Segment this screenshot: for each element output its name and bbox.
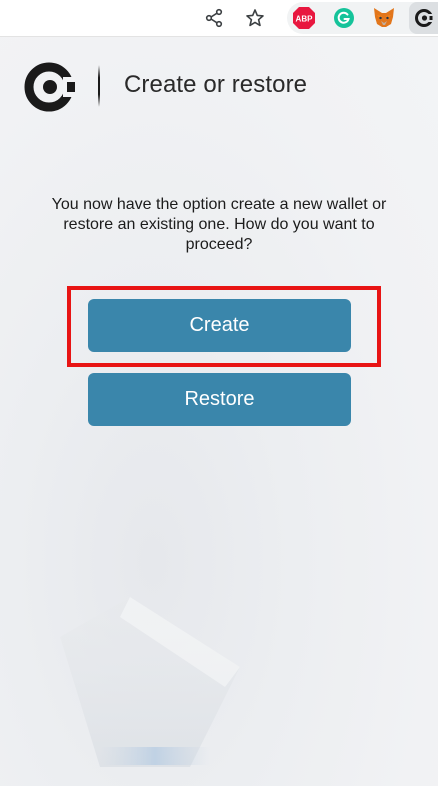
header-divider [98, 65, 100, 107]
extensions-group: ABP [287, 2, 438, 34]
create-button[interactable]: Create [88, 299, 351, 352]
wallet-extension-icon[interactable] [409, 2, 438, 34]
star-icon[interactable] [243, 6, 267, 30]
share-icon[interactable] [202, 6, 226, 30]
restore-button[interactable]: Restore [88, 373, 351, 426]
grammarly-icon[interactable] [332, 6, 356, 30]
browser-toolbar: ABP [0, 0, 438, 37]
adblock-plus-icon[interactable]: ABP [292, 6, 316, 30]
background-cube-graphic [60, 597, 240, 767]
svg-text:ABP: ABP [296, 15, 314, 24]
page-title: Create or restore [124, 71, 308, 98]
wallet-logo [24, 62, 75, 112]
wallet-popup: Create or restore You now have the optio… [0, 37, 438, 786]
metamask-icon[interactable] [372, 6, 396, 30]
instruction-text: You now have the option create a new wal… [51, 196, 387, 253]
